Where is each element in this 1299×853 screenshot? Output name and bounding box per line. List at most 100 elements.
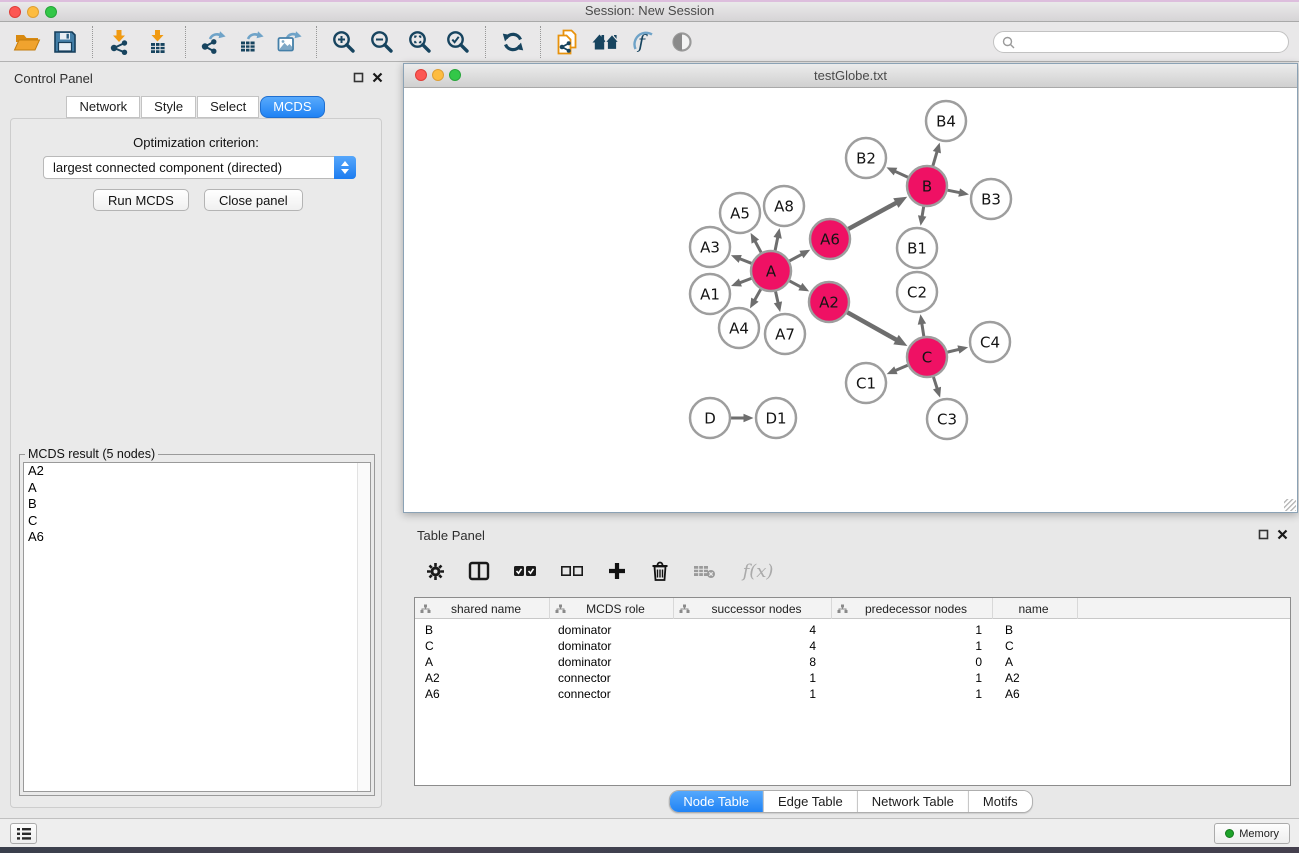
show-hide-button[interactable]	[663, 24, 701, 60]
scrollbar-track[interactable]	[357, 463, 370, 791]
table-cell[interactable]: B	[993, 622, 1078, 638]
float-panel-icon[interactable]	[353, 72, 364, 83]
table-cell[interactable]: A6	[415, 686, 550, 702]
zoom-out-button[interactable]	[363, 24, 401, 60]
network-node-A6[interactable]: A6	[810, 219, 850, 259]
mcds-result-item[interactable]: A2	[24, 463, 370, 480]
open-session-button[interactable]	[8, 24, 46, 60]
network-node-A4[interactable]: A4	[719, 308, 759, 348]
network-window-titlebar[interactable]: testGlobe.txt	[404, 64, 1297, 88]
export-table-button[interactable]	[232, 24, 270, 60]
network-edge[interactable]	[848, 202, 897, 229]
network-edge[interactable]	[948, 190, 961, 193]
function-builder-button[interactable]: f(x)	[738, 553, 778, 589]
network-edge[interactable]	[922, 207, 924, 218]
table-cell[interactable]: 4	[674, 622, 832, 638]
table-cell[interactable]: A	[415, 654, 550, 670]
network-node-A2[interactable]: A2	[809, 282, 849, 322]
network-edge[interactable]	[947, 349, 959, 352]
network-edge[interactable]	[739, 258, 752, 263]
add-column-button[interactable]	[605, 553, 629, 589]
network-node-A1[interactable]: A1	[690, 274, 730, 314]
tab-node-table[interactable]: Node Table	[669, 791, 764, 812]
tab-network-table[interactable]: Network Table	[858, 791, 969, 812]
table-cell[interactable]: 1	[832, 686, 993, 702]
network-edge[interactable]	[933, 377, 937, 390]
network-node-A[interactable]: A	[751, 251, 791, 291]
table-cell[interactable]: 8	[674, 654, 832, 670]
network-node-B1[interactable]: B1	[897, 228, 937, 268]
network-node-C3[interactable]: C3	[927, 399, 967, 439]
network-node-B4[interactable]: B4	[926, 101, 966, 141]
import-network-button[interactable]	[101, 24, 139, 60]
table-row[interactable]: Adominator80A	[415, 654, 1290, 670]
table-cell[interactable]: 1	[832, 622, 993, 638]
network-edge[interactable]	[775, 236, 778, 250]
table-row[interactable]: A6connector11A6	[415, 686, 1290, 702]
network-node-C1[interactable]: C1	[846, 363, 886, 403]
column-header-name[interactable]: name	[993, 598, 1078, 619]
table-cell[interactable]: 4	[674, 638, 832, 654]
table-cell[interactable]: A2	[993, 670, 1078, 686]
table-cell[interactable]: connector	[550, 670, 674, 686]
network-edge[interactable]	[894, 171, 908, 177]
close-panel-button[interactable]: Close panel	[204, 189, 303, 211]
table-cell[interactable]: 0	[832, 654, 993, 670]
close-panel-icon[interactable]	[372, 72, 383, 83]
task-history-button[interactable]	[10, 823, 37, 844]
mcds-result-item[interactable]: A	[24, 480, 370, 497]
save-session-button[interactable]	[46, 24, 84, 60]
select-all-button[interactable]	[511, 553, 539, 589]
export-image-button[interactable]	[270, 24, 308, 60]
tab-motifs[interactable]: Motifs	[969, 791, 1032, 812]
network-node-A7[interactable]: A7	[765, 314, 805, 354]
import-table-button[interactable]	[139, 24, 177, 60]
tab-edge-table[interactable]: Edge Table	[764, 791, 858, 812]
network-edge[interactable]	[790, 281, 802, 287]
table-cell[interactable]: 1	[674, 670, 832, 686]
network-node-D1[interactable]: D1	[756, 398, 796, 438]
network-canvas[interactable]: B4B2BB3A5A8A6B1A3AC2A1A2A4A7C4CC1C3DD1	[404, 88, 1297, 512]
table-cell[interactable]: dominator	[550, 654, 674, 670]
network-node-B2[interactable]: B2	[846, 138, 886, 178]
search-field[interactable]	[993, 31, 1289, 53]
zoom-selected-button[interactable]	[439, 24, 477, 60]
tab-mcds[interactable]: MCDS	[260, 96, 324, 118]
network-node-C4[interactable]: C4	[970, 322, 1010, 362]
mcds-result-item[interactable]: A6	[24, 529, 370, 546]
search-input[interactable]	[1020, 34, 1280, 50]
table-cell[interactable]: A6	[993, 686, 1078, 702]
clone-network-button[interactable]	[549, 24, 587, 60]
column-header-predecessor-nodes[interactable]: predecessor nodes	[832, 598, 993, 619]
mcds-result-list[interactable]: A2ABCA6	[23, 462, 371, 792]
network-node-A5[interactable]: A5	[720, 193, 760, 233]
column-header-successor-nodes[interactable]: successor nodes	[674, 598, 832, 619]
home-button[interactable]	[587, 24, 625, 60]
resize-grip[interactable]	[1284, 499, 1296, 511]
table-cell[interactable]: A	[993, 654, 1078, 670]
close-panel-icon[interactable]	[1277, 529, 1288, 540]
network-edge[interactable]	[755, 240, 761, 252]
table-cell[interactable]: 1	[674, 686, 832, 702]
zoom-in-button[interactable]	[325, 24, 363, 60]
network-edge[interactable]	[754, 289, 761, 301]
toggle-graphics-details-button[interactable]: f	[625, 24, 663, 60]
network-edge[interactable]	[776, 291, 779, 303]
table-cell[interactable]: A2	[415, 670, 550, 686]
network-edge[interactable]	[739, 278, 751, 283]
table-cell[interactable]: 1	[832, 638, 993, 654]
mcds-result-item[interactable]: C	[24, 513, 370, 530]
deselect-all-button[interactable]	[558, 553, 586, 589]
float-panel-icon[interactable]	[1258, 529, 1269, 540]
network-node-B[interactable]: B	[907, 166, 947, 206]
network-edge[interactable]	[895, 365, 908, 371]
table-row[interactable]: A2connector11A2	[415, 670, 1290, 686]
network-node-A8[interactable]: A8	[764, 186, 804, 226]
table-settings-button[interactable]	[423, 553, 447, 589]
network-edge[interactable]	[933, 151, 937, 166]
column-header-mcds-role[interactable]: MCDS role	[550, 598, 674, 619]
network-node-A3[interactable]: A3	[690, 227, 730, 267]
column-view-button[interactable]	[466, 553, 492, 589]
column-header-shared-name[interactable]: shared name	[415, 598, 550, 619]
table-row[interactable]: Bdominator41B	[415, 622, 1290, 638]
